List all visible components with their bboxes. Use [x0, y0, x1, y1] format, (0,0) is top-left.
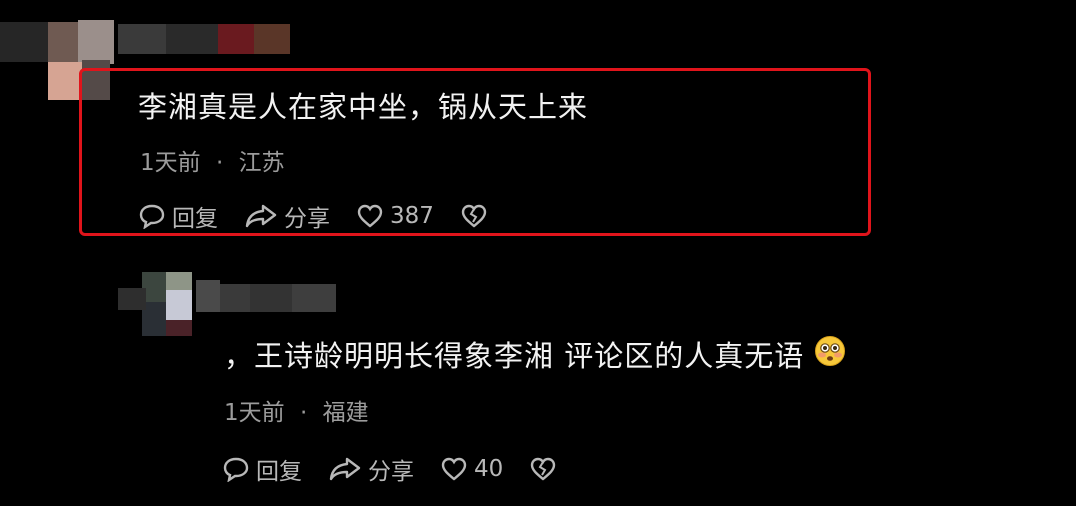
- comment-2-text: ，王诗龄明明长得象李湘 评论区的人真无语: [224, 333, 846, 375]
- username-pixel: [254, 24, 290, 54]
- comment-2-actions: 回复 分享 40: [222, 452, 589, 486]
- comment-2-like-button[interactable]: 40: [440, 456, 503, 482]
- username-pixel: [250, 284, 292, 312]
- reply-label: 回复: [256, 459, 302, 485]
- username-pixel: [166, 24, 218, 54]
- avatar-pixel: [166, 290, 192, 320]
- username-pixel: [292, 284, 336, 312]
- flushed-face-emoji-icon: [814, 335, 846, 374]
- username-pixel: [220, 284, 250, 312]
- comment-2-meta: 1天前 · 福建: [224, 393, 369, 427]
- comment-2-share-button[interactable]: 分享: [328, 452, 414, 486]
- share-icon: [329, 457, 361, 481]
- like-count: 40: [474, 456, 504, 482]
- username-pixel: [218, 24, 254, 54]
- username-pixel: [196, 280, 220, 312]
- like-heart-icon: [441, 457, 467, 481]
- highlight-box: [79, 68, 871, 236]
- avatar-pixel: [78, 20, 114, 64]
- username-pixel: [118, 288, 146, 310]
- meta-separator: ·: [299, 400, 308, 426]
- avatar-pixel: [166, 320, 192, 336]
- reply-icon: [223, 457, 249, 482]
- comment-2-reply-button[interactable]: 回复: [222, 452, 302, 486]
- username-pixel: [118, 24, 166, 54]
- comment-2-location: 福建: [322, 400, 369, 426]
- avatar-pixel: [48, 22, 78, 62]
- comment-2-time: 1天前: [224, 400, 285, 426]
- dislike-broken-heart-icon: [531, 457, 556, 481]
- comment-2-dislike-button[interactable]: [529, 456, 563, 482]
- avatar-pixel: [0, 22, 50, 62]
- avatar-pixel: [48, 62, 82, 100]
- share-label: 分享: [368, 459, 414, 485]
- comment-2-text-content: ，王诗龄明明长得象李湘 评论区的人真无语: [224, 339, 805, 373]
